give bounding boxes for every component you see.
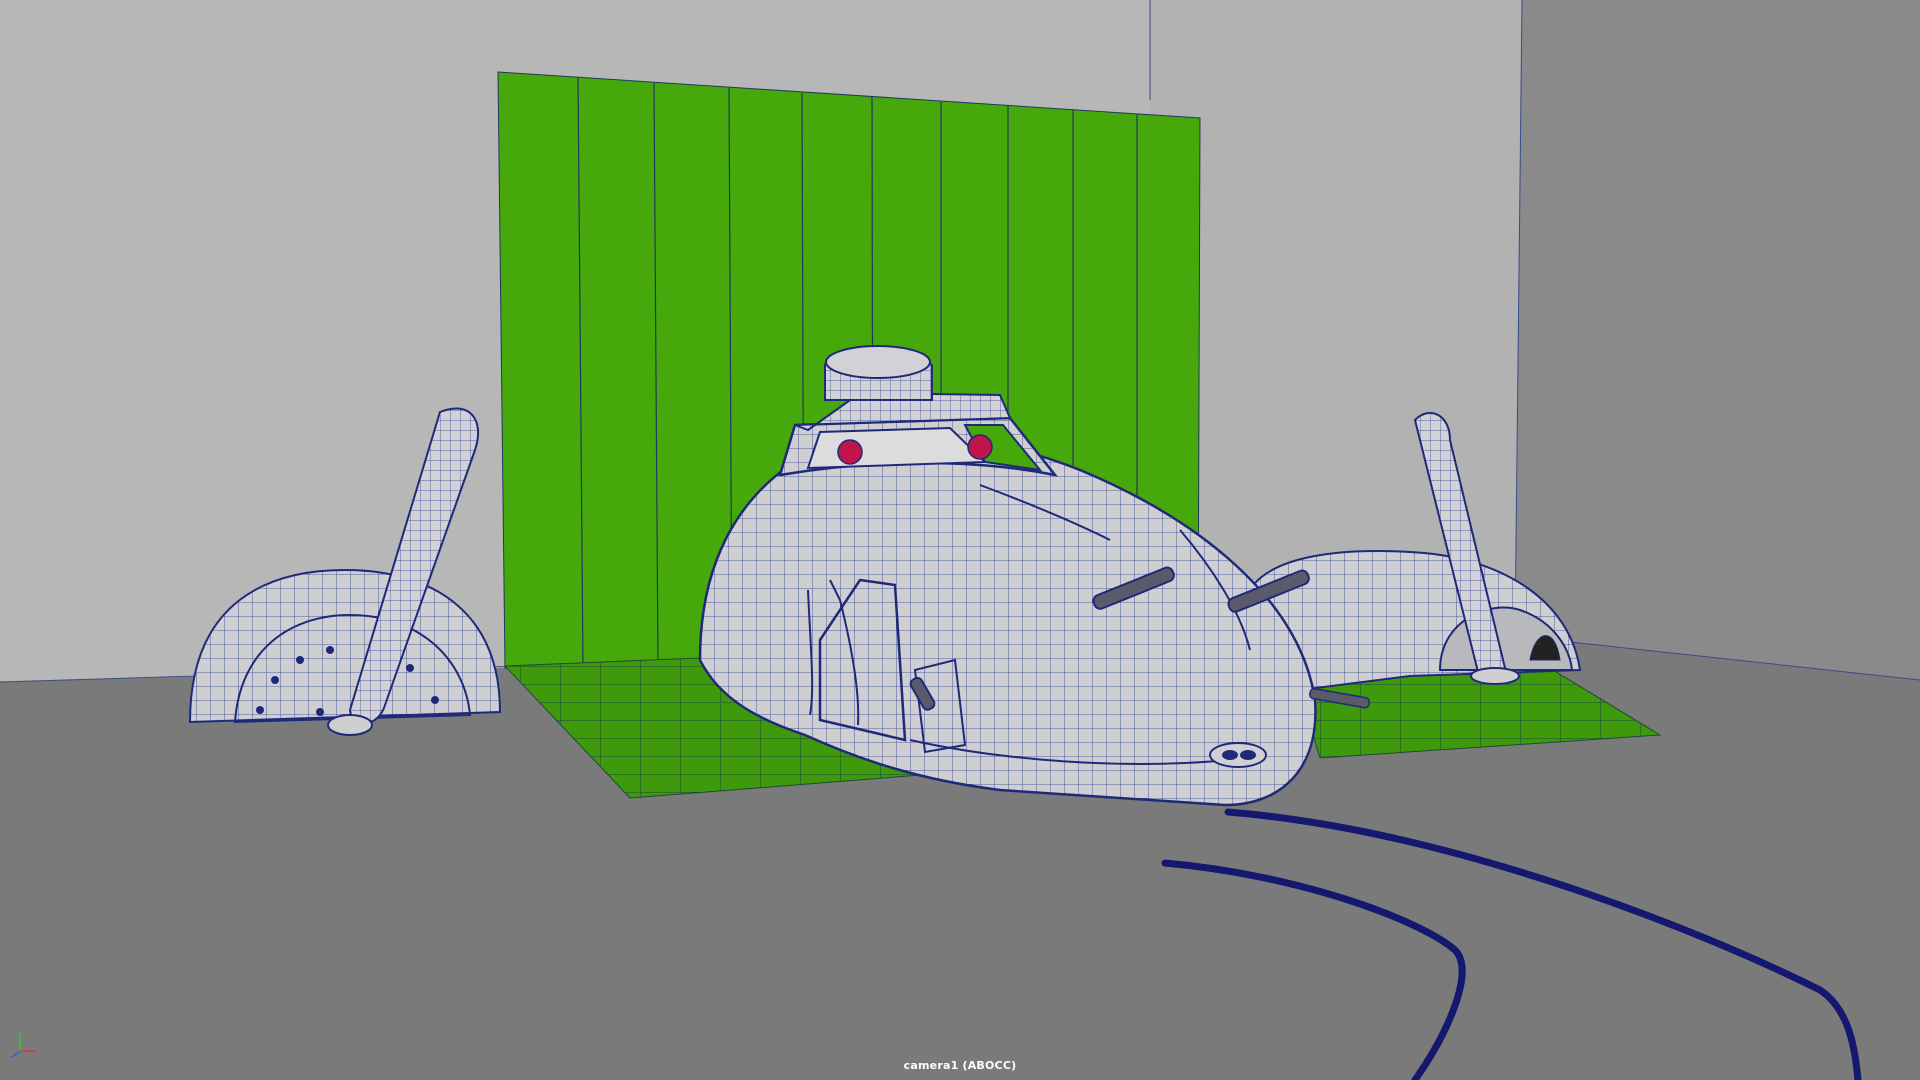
wall-right[interactable] (1515, 0, 1920, 680)
viewport-scene[interactable] (0, 0, 1920, 1080)
z-axis-icon (11, 1050, 21, 1058)
axis-gizmo (11, 1033, 36, 1058)
pilot-seat-left (837, 439, 863, 465)
3d-viewport[interactable]: camera1 (ABOCC) (0, 0, 1920, 1080)
top-turret[interactable] (824, 345, 933, 401)
pilot-seat-right (967, 434, 993, 460)
